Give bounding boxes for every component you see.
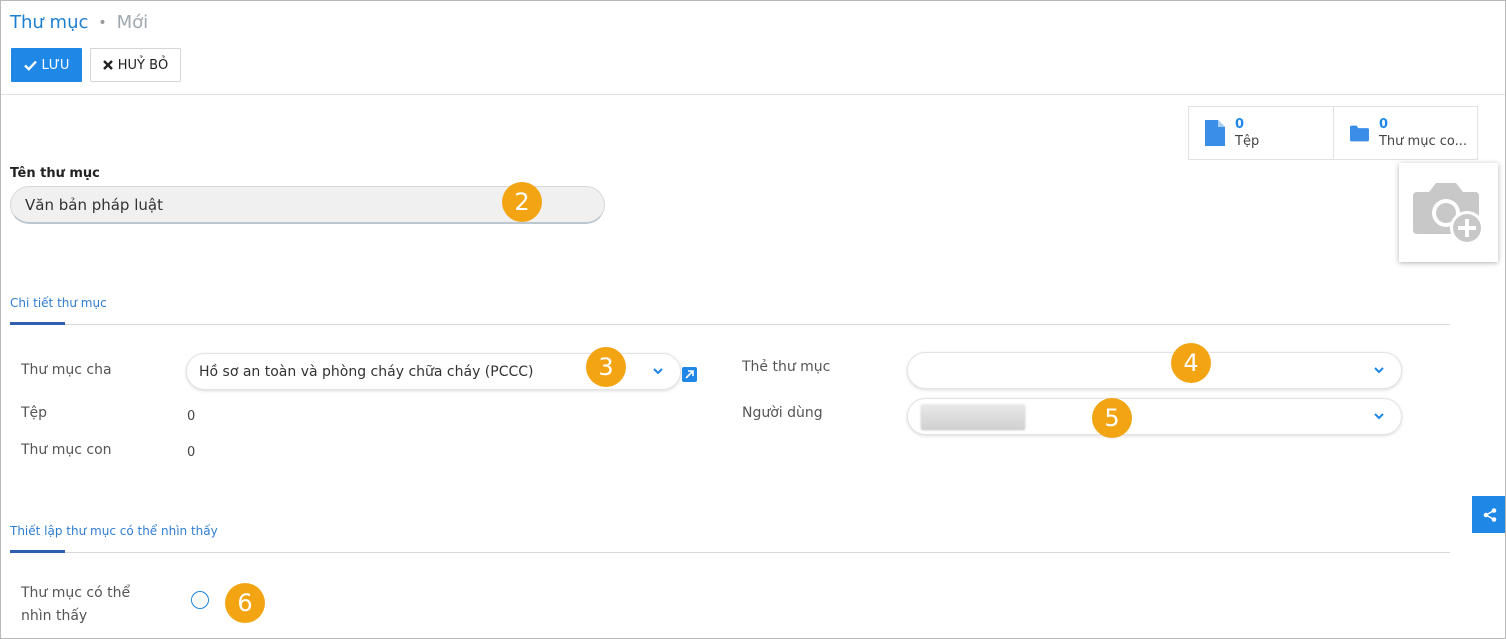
- visible-folder-label-line1: Thư mục có thể: [21, 585, 131, 601]
- files-value: 0: [187, 409, 196, 424]
- visible-folder-label: Thư mục có thể nhìn thấy: [21, 582, 130, 628]
- annotation-badge-6: 6: [225, 583, 265, 623]
- breadcrumb-separator: •: [98, 14, 107, 31]
- annotation-badge-2: 2: [502, 182, 542, 222]
- save-button[interactable]: LƯU: [11, 48, 82, 82]
- chevron-down-icon: [1374, 413, 1384, 420]
- image-upload[interactable]: [1399, 163, 1498, 262]
- tab-divider: [10, 552, 1450, 553]
- parent-folder-value: Hồ sơ an toàn và phòng cháy chữa cháy (P…: [199, 363, 534, 380]
- cancel-button[interactable]: HUỶ BỎ: [90, 48, 181, 82]
- folder-tags-select[interactable]: [907, 352, 1402, 389]
- tab-visibility-settings[interactable]: Thiết lập thư mục có thể nhìn thấy: [10, 524, 218, 538]
- chevron-down-icon: [653, 368, 663, 375]
- subfolders-label: Thư mục con: [21, 442, 112, 458]
- parent-folder-label: Thư mục cha: [21, 362, 112, 378]
- app-window: Thư mục • Mới LƯU HUỶ BỎ 0 Tệp 0 Thư mục…: [0, 0, 1506, 639]
- tab-active-indicator: [10, 322, 65, 325]
- file-icon: [1205, 120, 1225, 146]
- camera-add-icon: [1412, 182, 1484, 245]
- annotation-badge-3: 3: [586, 347, 626, 387]
- tab-active-indicator: [10, 550, 65, 553]
- save-button-label: LƯU: [41, 57, 70, 73]
- subfolders-stat-label: Thư mục co...: [1378, 134, 1467, 149]
- share-button[interactable]: [1472, 496, 1505, 533]
- tab-divider: [10, 324, 1450, 325]
- cancel-button-label: HUỶ BỎ: [117, 57, 169, 73]
- users-label: Người dùng: [742, 405, 823, 421]
- files-label: Tệp: [21, 405, 48, 421]
- files-count: 0: [1235, 117, 1245, 132]
- breadcrumb-current: Mới: [116, 12, 149, 33]
- folder-tags-label: Thẻ thư mục: [742, 359, 831, 375]
- subfolders-value: 0: [187, 445, 196, 460]
- files-stat-label: Tệp: [1235, 134, 1260, 149]
- folder-name-label: Tên thư mục: [10, 166, 100, 181]
- files-stat-button[interactable]: 0 Tệp: [1189, 107, 1333, 159]
- external-link-icon[interactable]: [682, 367, 697, 382]
- blurred-user-tag: [921, 405, 1025, 430]
- folder-icon: [1350, 125, 1369, 141]
- annotation-badge-5: 5: [1092, 398, 1132, 438]
- check-icon: [23, 60, 37, 71]
- visible-folder-label-line2: nhìn thấy: [21, 608, 88, 624]
- share-icon: [1483, 507, 1496, 522]
- tab-folder-details[interactable]: Chi tiết thư mục: [10, 296, 107, 310]
- breadcrumb: Thư mục • Mới: [10, 12, 148, 33]
- subfolders-stat-button[interactable]: 0 Thư mục co...: [1333, 107, 1477, 159]
- annotation-badge-4: 4: [1171, 343, 1211, 383]
- close-icon: [102, 60, 113, 70]
- visible-folder-radio[interactable]: [191, 591, 209, 609]
- smart-buttons: 0 Tệp 0 Thư mục co...: [1188, 106, 1478, 160]
- chevron-down-icon: [1374, 367, 1384, 374]
- subfolders-count: 0: [1378, 117, 1389, 132]
- header-divider: [1, 94, 1505, 95]
- breadcrumb-parent-link[interactable]: Thư mục: [10, 12, 88, 33]
